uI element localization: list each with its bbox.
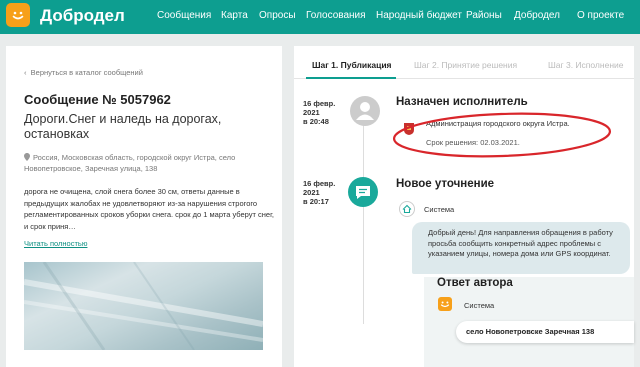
event-title: Новое уточнение	[396, 178, 495, 190]
location-text: Россия, Московская область, городской ок…	[24, 153, 236, 173]
system-home-icon	[399, 201, 415, 217]
chat-bubble-icon	[348, 177, 378, 207]
message-title: Сообщение № 5057962	[24, 92, 171, 107]
message-location: Россия, Московская область, городской ок…	[24, 152, 274, 174]
read-all-link[interactable]: Читать полностью	[24, 239, 87, 248]
logo-smile-icon[interactable]	[6, 3, 30, 27]
location-pin-icon	[24, 153, 30, 161]
author-sender-name: Система	[464, 301, 495, 310]
top-navigation-bar: Добродел Сообщения Карта Опросы Голосова…	[0, 0, 640, 34]
message-photo[interactable]	[24, 262, 263, 350]
back-link-label: Вернуться в каталог сообщений	[30, 68, 143, 77]
clarification-text: Добрый день! Для направления обращения в…	[428, 228, 613, 258]
address-reply-text: село Новопетровске Заречная 138	[466, 327, 595, 336]
nav-map[interactable]: Карта	[221, 10, 248, 21]
event-date: 16 февр. 2021 в 20:17	[303, 179, 336, 206]
nav-public-budget[interactable]: Народный бюджет	[376, 10, 462, 21]
timeline-card: Шаг 1. Публикация Шаг 2. Принятие решени…	[294, 46, 634, 367]
tab-execution[interactable]: Шаг 3. Исполнение	[548, 60, 623, 70]
nav-about[interactable]: О проекте	[577, 10, 624, 21]
message-body: дорога не очищена, слой снега более 30 с…	[24, 187, 274, 231]
sender-name: Система	[424, 205, 455, 214]
nav-dobrodel[interactable]: Добродел	[514, 10, 560, 21]
timeline-line	[363, 124, 364, 324]
brand-name[interactable]: Добродел	[40, 6, 125, 26]
nav-polls[interactable]: Опросы	[259, 10, 296, 21]
nav-voting[interactable]: Голосования	[306, 10, 366, 21]
nav-messages[interactable]: Сообщения	[157, 10, 211, 21]
event-title: Назначен исполнитель	[396, 96, 528, 108]
event-date: 16 февр. 2021 в 20:48	[303, 99, 336, 126]
tab-decision[interactable]: Шаг 2. Принятие решения	[414, 60, 517, 70]
tab-publication[interactable]: Шаг 1. Публикация	[312, 60, 392, 70]
author-answer-title: Ответ автора	[437, 277, 513, 289]
nav-districts[interactable]: Районы	[466, 10, 502, 21]
message-category: Дороги.Снег и наледь на дорогах, останов…	[24, 112, 222, 141]
back-to-catalog-link[interactable]: ‹ Вернуться в каталог сообщений	[24, 68, 143, 77]
active-tab-indicator	[306, 77, 396, 79]
logo-smile-icon	[438, 297, 452, 311]
message-card: ‹ Вернуться в каталог сообщений Сообщени…	[6, 46, 282, 367]
highlight-oval-annotation	[392, 112, 612, 158]
user-avatar-icon	[350, 96, 380, 126]
